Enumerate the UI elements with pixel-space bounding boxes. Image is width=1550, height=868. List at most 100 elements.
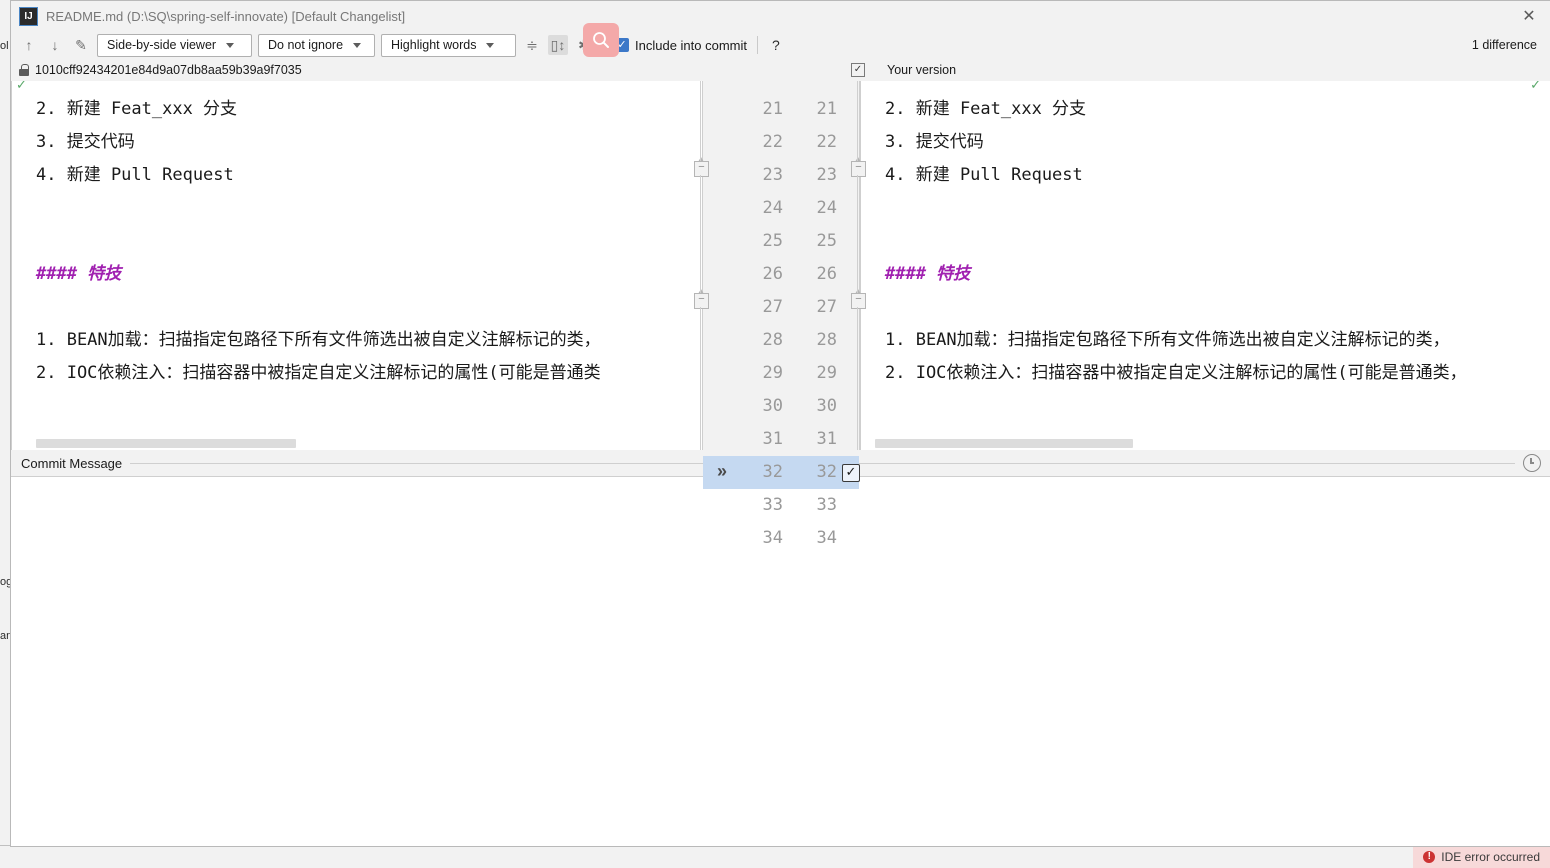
left-horizontal-scrollbar[interactable] xyxy=(12,437,702,450)
fold-marker-right-23[interactable]: − xyxy=(851,157,866,177)
right-code-line-23: 4. 新建 Pull Request xyxy=(885,165,1083,185)
lock-icon xyxy=(19,64,29,76)
left-line-number-31: 31 xyxy=(762,429,783,449)
changed-row-checkbox[interactable]: ✓ xyxy=(842,464,860,482)
right-line-number-26: 26 xyxy=(816,264,837,284)
screen-root: ol og an ! IDE error occurred IJ README.… xyxy=(0,0,1550,868)
whitespace-label: Do not ignore xyxy=(268,38,344,52)
left-line-number-24: 24 xyxy=(762,198,783,218)
fold-line-right-mid xyxy=(857,175,858,293)
fold-marker-left-27[interactable]: − xyxy=(694,289,709,309)
whitespace-dropdown[interactable]: Do not ignore xyxy=(258,33,375,57)
search-icon[interactable] xyxy=(583,23,619,57)
pane-headers: 1010cff92434201e84d9a07db8aa59b39a9f7035… xyxy=(11,59,1550,81)
right-code-line-22: 3. 提交代码 xyxy=(885,132,984,152)
right-scroll-thumb[interactable] xyxy=(875,439,1133,448)
left-status-ok-icon: ✓ xyxy=(16,81,27,92)
edit-source-icon[interactable]: ✎ xyxy=(71,35,91,55)
fold-line-left-mid xyxy=(700,175,701,293)
diff-body: ✓ 2. 新建 Feat_xxx 分支 3. 提交代码 4. 新建 Pull R… xyxy=(11,81,1550,548)
diff-gutter[interactable]: 21 21 22 22 23 23 24 24 25 25 26 26 27 2… xyxy=(702,81,860,548)
right-line-number-23: 23 xyxy=(816,165,837,185)
collapse-unchanged-icon[interactable]: ≑ xyxy=(522,35,542,55)
previous-difference-icon[interactable]: ↑ xyxy=(19,35,39,55)
fold-line-left-bottom xyxy=(700,307,701,450)
diff-toolbar: ↑ ↓ ✎ Side-by-side viewer Do not ignore … xyxy=(11,31,1550,59)
fold-marker-right-27[interactable]: − xyxy=(851,289,866,309)
left-line-number-22: 22 xyxy=(762,132,783,152)
right-line-number-22: 22 xyxy=(816,132,837,152)
diff-dialog-window: IJ README.md (D:\SQ\spring-self-innovate… xyxy=(10,0,1550,847)
left-scroll-thumb[interactable] xyxy=(36,439,296,448)
dialog-title-bar: IJ README.md (D:\SQ\spring-self-innovate… xyxy=(11,1,1550,31)
right-line-number-29: 29 xyxy=(816,363,837,383)
right-diff-pane[interactable]: ✓ 2. 新建 Feat_xxx 分支 3. 提交代码 4. 新建 Pull R… xyxy=(860,81,1550,450)
right-line-number-25: 25 xyxy=(816,231,837,251)
apply-change-arrow-icon[interactable]: » xyxy=(717,456,727,489)
viewer-mode-dropdown[interactable]: Side-by-side viewer xyxy=(97,33,252,57)
toolbar-divider-2 xyxy=(757,36,758,54)
right-line-number-32: 32 xyxy=(816,462,837,482)
clock-icon[interactable] xyxy=(1523,454,1541,472)
left-code-line-22: 3. 提交代码 xyxy=(36,132,135,152)
status-bar-error-label: IDE error occurred xyxy=(1441,850,1540,864)
left-code-line-21: 2. 新建 Feat_xxx 分支 xyxy=(36,99,238,119)
right-pane-header: Your version xyxy=(887,63,957,77)
include-into-commit-label[interactable]: Include into commit xyxy=(635,38,747,53)
right-line-number-31: 31 xyxy=(816,429,837,449)
left-line-number-26: 26 xyxy=(762,264,783,284)
status-bar-error-item[interactable]: ! IDE error occurred xyxy=(1413,846,1550,868)
commit-message-label: Commit Message xyxy=(21,455,123,471)
left-line-number-21: 21 xyxy=(762,99,783,119)
left-code-line-29: 2. IOC依赖注入：扫描容器中被指定自定义注解标记的属性(可能是普通类 xyxy=(36,363,601,383)
dialog-title: README.md (D:\SQ\spring-self-innovate) [… xyxy=(46,8,406,24)
left-line-number-29: 29 xyxy=(762,363,783,383)
fold-line-right-bottom xyxy=(857,307,858,450)
right-code-line-26: #### 特技 xyxy=(885,264,971,284)
left-line-number-30: 30 xyxy=(762,396,783,416)
left-code-line-26: #### 特技 xyxy=(36,264,122,284)
left-diff-pane[interactable]: ✓ 2. 新建 Feat_xxx 分支 3. 提交代码 4. 新建 Pull R… xyxy=(11,81,702,450)
difference-count-label: 1 difference xyxy=(1471,38,1537,52)
left-revision-label: 1010cff92434201e84d9a07db8aa59b39a9f7035 xyxy=(35,63,302,77)
highlight-mode-dropdown[interactable]: Highlight words xyxy=(381,33,516,57)
right-line-number-28: 28 xyxy=(816,330,837,350)
help-icon[interactable]: ? xyxy=(768,37,784,53)
next-difference-icon[interactable]: ↓ xyxy=(45,35,65,55)
right-horizontal-scrollbar[interactable] xyxy=(861,437,1550,450)
right-code-line-28: 1. BEAN加载：扫描指定包路径下所有文件筛选出被自定义注解标记的类， xyxy=(885,330,1450,350)
left-line-number-25: 25 xyxy=(762,231,783,251)
right-line-number-24: 24 xyxy=(816,198,837,218)
left-line-number-33: 33 xyxy=(762,495,783,515)
right-code-line-21: 2. 新建 Feat_xxx 分支 xyxy=(885,99,1087,119)
accept-all-checkbox[interactable]: ✓ xyxy=(851,63,865,77)
viewer-mode-label: Side-by-side viewer xyxy=(107,38,217,52)
right-line-number-33: 33 xyxy=(816,495,837,515)
close-icon[interactable]: ✕ xyxy=(1507,1,1550,31)
intellij-logo-icon: IJ xyxy=(19,6,38,26)
left-line-number-34: 34 xyxy=(762,528,783,548)
chevron-down-icon xyxy=(353,42,362,48)
left-code-line-23: 4. 新建 Pull Request xyxy=(36,165,234,185)
right-line-number-21: 21 xyxy=(816,99,837,119)
fold-marker-left-23[interactable]: − xyxy=(694,157,709,177)
left-pane-header: 1010cff92434201e84d9a07db8aa59b39a9f7035 xyxy=(11,63,709,77)
background-status-bar: ! IDE error occurred xyxy=(0,845,1550,868)
fold-line-left-top xyxy=(700,81,701,161)
error-icon: ! xyxy=(1423,851,1436,863)
left-code-line-28: 1. BEAN加载：扫描指定包路径下所有文件筛选出被自定义注解标记的类， xyxy=(36,330,601,350)
left-line-number-28: 28 xyxy=(762,330,783,350)
columns-layout-icon[interactable]: ▯↕ xyxy=(548,35,568,55)
left-line-number-23: 23 xyxy=(762,165,783,185)
right-line-number-27: 27 xyxy=(816,297,837,317)
chevron-down-icon xyxy=(226,42,235,48)
fold-line-right-top xyxy=(857,81,858,161)
right-code-line-29: 2. IOC依赖注入：扫描容器中被指定自定义注解标记的属性(可能是普通类， xyxy=(885,363,1467,383)
left-line-number-32: 32 xyxy=(762,462,783,482)
right-line-number-30: 30 xyxy=(816,396,837,416)
center-header-controls: ✓ xyxy=(709,63,877,77)
right-status-ok-icon: ✓ xyxy=(1530,81,1541,92)
chevron-down-icon xyxy=(486,42,495,48)
highlight-mode-label: Highlight words xyxy=(391,38,477,52)
left-line-number-27: 27 xyxy=(762,297,783,317)
